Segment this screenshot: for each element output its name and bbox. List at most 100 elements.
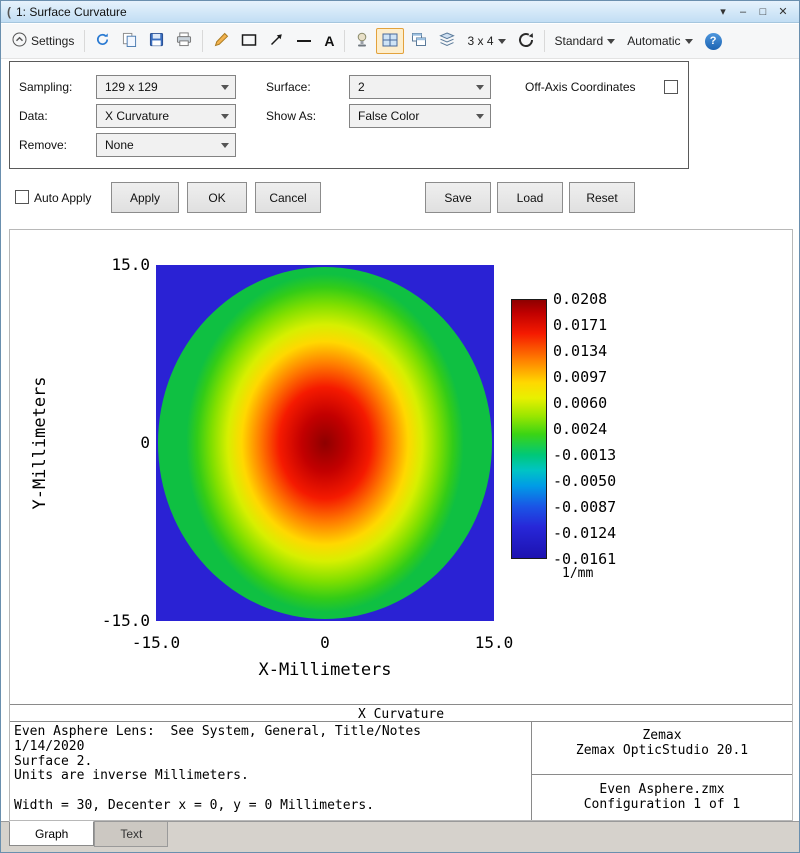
cancel-button[interactable]: Cancel	[255, 182, 321, 213]
colorbar-tick-label: 0.0171	[553, 316, 607, 334]
show-as-dropdown[interactable]: False Color	[349, 104, 491, 128]
print-button[interactable]	[171, 28, 197, 54]
ok-button[interactable]: OK	[187, 182, 247, 213]
settings-button-label: Settings	[31, 34, 74, 48]
footer-notes: Even Asphere Lens: See System, General, …	[14, 725, 529, 814]
save-button[interactable]: Save	[425, 182, 491, 213]
false-color-heatmap	[156, 265, 494, 621]
footer-line: Even Asphere Lens: See System, General, …	[14, 725, 529, 740]
refresh-icon	[95, 32, 110, 50]
plot-panel: Y-Millimeters 15.0 0 -15.0	[9, 229, 793, 821]
colorbar	[511, 299, 547, 559]
grid-size-label: 3 x 4	[467, 34, 493, 48]
automatic-dropdown[interactable]: Automatic	[622, 28, 697, 54]
chevron-down-icon	[498, 39, 506, 48]
grid-panes-icon	[382, 33, 398, 50]
pencil-icon	[213, 32, 229, 51]
surface-label: Surface:	[266, 75, 311, 99]
y-tick-label: -15.0	[90, 612, 150, 630]
window-menu-button[interactable]: ▾	[713, 5, 733, 18]
auto-apply-label: Auto Apply	[34, 191, 91, 205]
minimize-button[interactable]: –	[733, 6, 753, 18]
x-tick-label: 15.0	[449, 633, 539, 652]
footer-line: Width = 30, Decenter x = 0, y = 0 Millim…	[14, 799, 529, 814]
save-icon	[149, 32, 164, 50]
sampling-label: Sampling:	[19, 75, 72, 99]
close-button[interactable]: ✕	[773, 5, 793, 18]
tab-text[interactable]: Text	[94, 822, 168, 847]
chevron-up-circle-icon	[12, 32, 27, 50]
rotate-button[interactable]	[513, 28, 539, 54]
arrow-tool-button[interactable]	[264, 28, 289, 54]
cascade-windows-icon	[411, 32, 427, 50]
footer-line: Units are inverse Millimeters.	[14, 769, 529, 784]
y-tick-label: 0	[90, 434, 150, 452]
x-tick-label: 0	[280, 633, 370, 652]
tab-graph[interactable]: Graph	[9, 821, 94, 846]
save-image-button[interactable]	[144, 28, 169, 54]
reset-button[interactable]: Reset	[569, 182, 635, 213]
tab-bar: Graph Text	[1, 821, 800, 853]
grid-layout-button[interactable]	[376, 28, 404, 54]
footer-line: 1/14/2020	[14, 740, 529, 755]
y-axis-title: Y-Millimeters	[30, 293, 50, 593]
rotate-icon	[518, 32, 534, 51]
layers-button[interactable]	[434, 28, 460, 54]
remove-dropdown[interactable]: None	[96, 133, 236, 157]
rectangle-icon	[241, 33, 257, 50]
colorbar-tick-label: 0.0208	[553, 290, 607, 308]
colorbar-tick-label: 0.0134	[553, 342, 607, 360]
auto-apply-checkbox[interactable]	[15, 190, 29, 204]
toolbar-separator	[344, 30, 345, 52]
help-icon: ?	[705, 33, 722, 50]
footer-line	[14, 784, 529, 799]
company-name: Zemax	[532, 728, 792, 743]
lamp-button[interactable]	[350, 28, 374, 54]
apply-button[interactable]: Apply	[111, 182, 179, 213]
data-value: X Curvature	[105, 109, 169, 123]
standard-dropdown-label: Standard	[555, 34, 604, 48]
sampling-value: 129 x 129	[105, 80, 158, 94]
title-bar: ( 1: Surface Curvature ▾ – □ ✕	[1, 1, 799, 23]
plot-title: X Curvature	[10, 707, 792, 722]
footer-file-block: Even Asphere.zmx Configuration 1 of 1	[532, 774, 792, 812]
data-dropdown[interactable]: X Curvature	[96, 104, 236, 128]
rectangle-tool-button[interactable]	[236, 28, 262, 54]
pencil-tool-button[interactable]	[208, 28, 234, 54]
x-tick-label: -15.0	[111, 633, 201, 652]
show-as-value: False Color	[358, 109, 419, 123]
chevron-down-icon	[476, 85, 484, 94]
footer-info: Zemax Zemax OpticStudio 20.1 Even Aspher…	[532, 721, 792, 812]
data-label: Data:	[19, 104, 48, 128]
colorbar-tick-label: 0.0060	[553, 394, 607, 412]
cascade-windows-button[interactable]	[406, 28, 432, 54]
copy-button[interactable]	[117, 28, 142, 54]
surface-curvature-window: ( 1: Surface Curvature ▾ – □ ✕ Settings …	[0, 0, 800, 853]
surface-value: 2	[358, 80, 365, 94]
text-tool-button[interactable]: A	[319, 28, 339, 54]
help-button[interactable]: ?	[700, 28, 727, 54]
copy-icon	[122, 32, 137, 50]
remove-value: None	[105, 138, 134, 152]
refresh-button[interactable]	[90, 28, 115, 54]
standard-dropdown[interactable]: Standard	[550, 28, 621, 54]
colorbar-tick-label: -0.0013	[553, 446, 616, 464]
divider	[10, 704, 792, 705]
settings-toggle-button[interactable]: Settings	[7, 28, 79, 54]
colorbar-tick-label: -0.0050	[553, 472, 616, 490]
toolbar-separator	[84, 30, 85, 52]
surface-dropdown[interactable]: 2	[349, 75, 491, 99]
remove-label: Remove:	[19, 133, 67, 157]
load-button[interactable]: Load	[497, 182, 563, 213]
line-tool-button[interactable]	[291, 28, 317, 54]
sampling-dropdown[interactable]: 129 x 129	[96, 75, 236, 99]
chevron-down-icon	[221, 114, 229, 123]
window-title: 1: Surface Curvature	[16, 5, 127, 19]
automatic-dropdown-label: Automatic	[627, 34, 680, 48]
toolbar-separator	[202, 30, 203, 52]
maximize-button[interactable]: □	[753, 6, 773, 18]
printer-icon	[176, 32, 192, 50]
off-axis-checkbox[interactable]	[664, 80, 678, 94]
grid-size-dropdown[interactable]: 3 x 4	[462, 28, 510, 54]
colorbar-tick-label: 0.0024	[553, 420, 607, 438]
